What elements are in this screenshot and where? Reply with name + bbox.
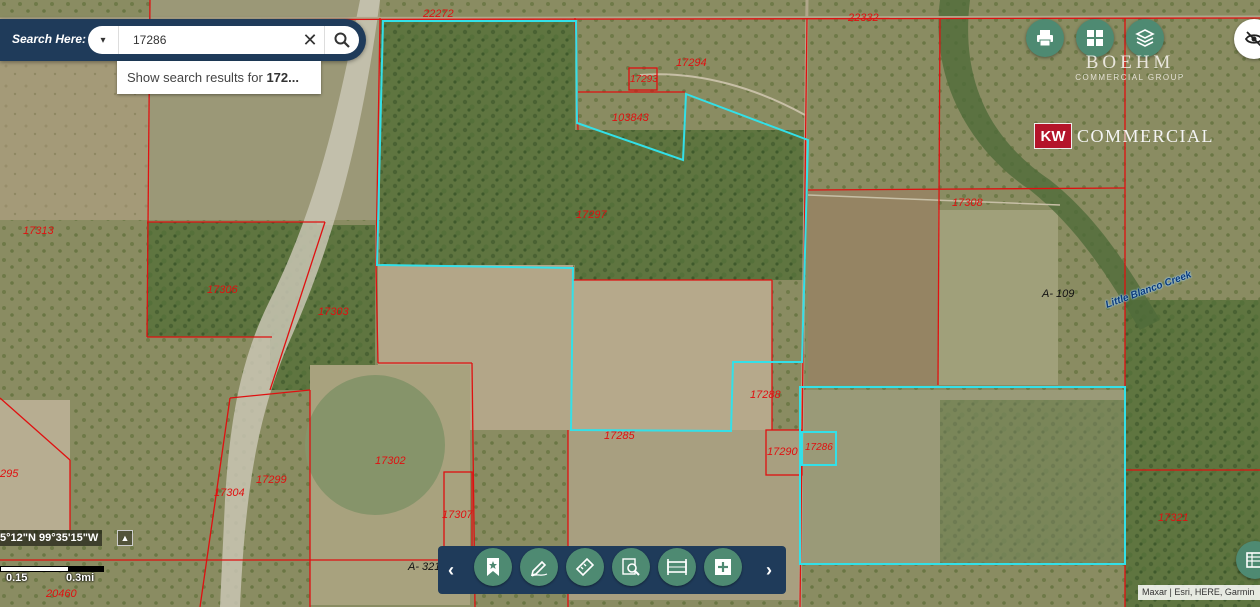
kw-badge: KW bbox=[1034, 123, 1072, 149]
parcel-label: 17321 bbox=[1158, 512, 1189, 524]
add-data-icon bbox=[715, 559, 731, 575]
print-frame-icon bbox=[667, 559, 687, 575]
coordinate-readout: 5°12"N 99°35'15"W bbox=[0, 530, 103, 546]
draw-button[interactable] bbox=[520, 548, 558, 586]
parcel-label: 17313 bbox=[23, 225, 54, 237]
boehm-logo-name: BOEHM bbox=[1085, 52, 1175, 73]
parcel-label: 17304 bbox=[214, 487, 245, 499]
parcel-label: 17293 bbox=[630, 74, 658, 85]
draw-icon bbox=[530, 560, 548, 577]
search-icon bbox=[334, 32, 350, 48]
bookmark-button[interactable] bbox=[474, 548, 512, 586]
eye-off-icon bbox=[1244, 31, 1260, 47]
suggestion-prefix: Show search results for bbox=[127, 70, 267, 85]
toolbar-next-button[interactable]: › bbox=[766, 560, 772, 581]
suggestion-term: 172... bbox=[266, 70, 299, 85]
parcel-label: 17290 bbox=[767, 446, 798, 458]
search-input[interactable] bbox=[118, 26, 324, 54]
parcel-label: 22272 bbox=[423, 8, 454, 20]
parcel-label-highlighted: 17286 bbox=[805, 442, 833, 453]
toolbar-prev-button[interactable]: ‹ bbox=[448, 560, 454, 581]
parcel-label: 17308 bbox=[952, 197, 983, 209]
parcel-label: 17303 bbox=[318, 306, 349, 318]
measure-button[interactable] bbox=[566, 548, 604, 586]
chevron-up-icon: ▲ bbox=[120, 533, 130, 543]
identify-icon bbox=[622, 558, 640, 576]
grid-icon bbox=[1087, 30, 1103, 46]
boehm-logo-subtitle: COMMERCIAL GROUP bbox=[1075, 73, 1185, 82]
parcel-label: 17306 bbox=[207, 284, 238, 296]
bookmark-icon bbox=[487, 558, 499, 576]
parcel-label: 17297 bbox=[576, 209, 607, 221]
parcel-label: 103843 bbox=[612, 112, 649, 124]
parcel-label: 17302 bbox=[375, 455, 406, 467]
print-frame-button[interactable] bbox=[658, 548, 696, 586]
search-source-dropdown[interactable]: ▾ bbox=[88, 26, 118, 54]
parcel-label: 17288 bbox=[750, 389, 781, 401]
parcel-label: 295 bbox=[0, 468, 19, 480]
add-data-button[interactable] bbox=[704, 548, 742, 586]
map-attribution: Maxar | Esri, HERE, Garmin bbox=[1138, 585, 1260, 600]
list-icon bbox=[1246, 552, 1260, 568]
search-bar: Search Here: ▾ ✕ bbox=[0, 19, 366, 61]
search-clear-button[interactable]: ✕ bbox=[296, 26, 324, 54]
close-icon: ✕ bbox=[302, 29, 318, 50]
chevron-down-icon: ▾ bbox=[100, 34, 106, 46]
scale-bar: 0.15 0.3mi bbox=[0, 560, 110, 590]
scale-label: 0.3mi bbox=[66, 572, 95, 584]
parcel-label: 22332 bbox=[848, 12, 879, 24]
parcel-label: 17294 bbox=[676, 57, 707, 69]
search-suggestion[interactable]: Show search results for 172... bbox=[117, 61, 321, 94]
coordinate-toggle-button[interactable]: ▲ bbox=[117, 530, 133, 546]
printer-icon bbox=[1037, 30, 1053, 47]
boehm-logo: BOEHM COMMERCIAL GROUP bbox=[1060, 52, 1200, 82]
widget-toolbar: ‹ › bbox=[438, 546, 786, 594]
abstract-label: A- 321 bbox=[408, 561, 441, 573]
identify-button[interactable] bbox=[612, 548, 650, 586]
search-label: Search Here: bbox=[12, 32, 87, 46]
kw-text: COMMERCIAL bbox=[1077, 125, 1215, 146]
parcel-label: 17299 bbox=[256, 474, 287, 486]
layers-icon bbox=[1135, 29, 1155, 47]
scale-label: 0.15 bbox=[6, 572, 28, 584]
abstract-label: A- 109 bbox=[1042, 288, 1075, 300]
print-button[interactable] bbox=[1026, 19, 1064, 57]
search-button[interactable] bbox=[324, 26, 359, 54]
measure-icon bbox=[575, 557, 595, 577]
kw-commercial-logo: KW COMMERCIAL bbox=[1034, 123, 1214, 149]
parcel-label: 17285 bbox=[604, 430, 635, 442]
parcel-label: 17307 bbox=[442, 509, 473, 521]
